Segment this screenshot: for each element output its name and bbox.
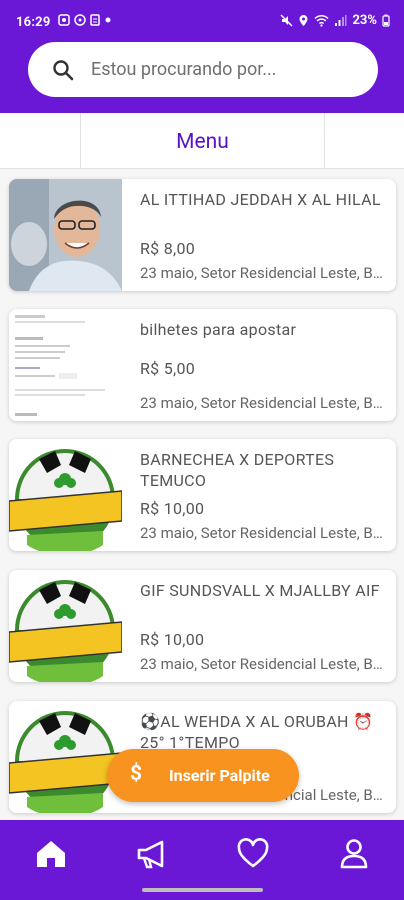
signal-icon [335, 15, 347, 26]
listing-card[interactable]: bilhetes para apostar R$ 5,00 23 maio, S… [9, 309, 396, 421]
listing-meta: 23 maio, Setor Residencial Leste, Brasíl… [140, 264, 385, 282]
clipboard-icon [90, 14, 100, 26]
listing-title: bilhetes para apostar [140, 320, 297, 339]
dollar-icon: $ [130, 762, 143, 786]
listing-card[interactable]: AL ITTIHAD JEDDAH X AL HILAL R$ 8,00 23 … [9, 179, 396, 291]
megaphone-icon[interactable] [132, 834, 172, 874]
battery-level: 23% [352, 13, 377, 28]
whatsapp-icon [74, 14, 86, 26]
listing-card[interactable]: BARNECHEA X DEPORTES TEMUCO R$ 10,00 23 … [9, 439, 396, 551]
location-icon [299, 15, 308, 26]
search-bar[interactable]: Estou procurando por... [28, 42, 378, 97]
listing-thumbnail [9, 179, 122, 291]
heart-icon[interactable] [233, 834, 273, 874]
listing-card[interactable]: GIF SUNDSVALL X MJALLBY AIF R$ 10,00 23 … [9, 570, 396, 682]
notification-icon [58, 14, 70, 26]
battery-icon [382, 14, 390, 27]
nav-favorites[interactable] [233, 834, 273, 874]
insert-tip-label: Inserir Palpite [169, 766, 270, 785]
menu-bar: Menu [0, 113, 404, 169]
listing-thumbnail [9, 309, 122, 421]
palpite-logo [9, 570, 122, 682]
listing-price: R$ 10,00 [140, 630, 205, 649]
listing-title: AL ITTIHAD JEDDAH X AL HILAL [140, 190, 381, 209]
palpite-logo [9, 701, 122, 813]
home-icon[interactable] [31, 834, 71, 874]
listing-meta: 23 maio, Setor Residencial Leste, Brasíl… [140, 394, 385, 412]
nav-announcements[interactable] [132, 834, 172, 874]
gesture-bar [142, 888, 263, 892]
palpite-logo [9, 439, 122, 551]
wifi-icon [314, 14, 330, 27]
status-bar: 16:29 23% [0, 0, 404, 44]
listing-thumbnail [9, 701, 122, 813]
listing-price: R$ 5,00 [140, 359, 196, 378]
dot-icon [105, 17, 111, 23]
listing-thumbnail [9, 570, 122, 682]
listing-price: R$ 8,00 [140, 239, 196, 258]
search-icon[interactable] [52, 59, 74, 81]
nav-profile[interactable] [334, 834, 374, 874]
divider [324, 113, 325, 169]
search-input[interactable]: Estou procurando por... [91, 59, 277, 80]
listing-thumbnail [9, 439, 122, 551]
mute-icon [280, 14, 293, 27]
app-header: 16:29 23% Estou procurando por... [0, 0, 404, 113]
listing-meta: 23 maio, Setor Residencial Leste, Brasíl… [140, 655, 385, 673]
listing-feed[interactable]: AL ITTIHAD JEDDAH X AL HILAL R$ 8,00 23 … [0, 169, 404, 820]
nav-home[interactable] [31, 834, 71, 874]
menu-tab[interactable]: Menu [81, 130, 324, 154]
listing-title: GIF SUNDSVALL X MJALLBY AIF [140, 581, 380, 600]
listing-meta: 23 maio, Setor Residencial Leste, Brasíl… [140, 524, 385, 542]
insert-tip-button[interactable]: $ Inserir Palpite [107, 749, 299, 802]
user-icon[interactable] [334, 834, 374, 874]
status-time: 16:29 [16, 15, 51, 30]
listing-title: ⚽AL WEHDA X AL ORUBAH ⏰25° 1°TEMPO [140, 712, 374, 752]
listing-title: BARNECHEA X DEPORTES TEMUCO [140, 450, 335, 490]
notification-icons [58, 14, 112, 26]
listing-price: R$ 10,00 [140, 499, 205, 518]
system-icons: 23% [280, 13, 390, 28]
